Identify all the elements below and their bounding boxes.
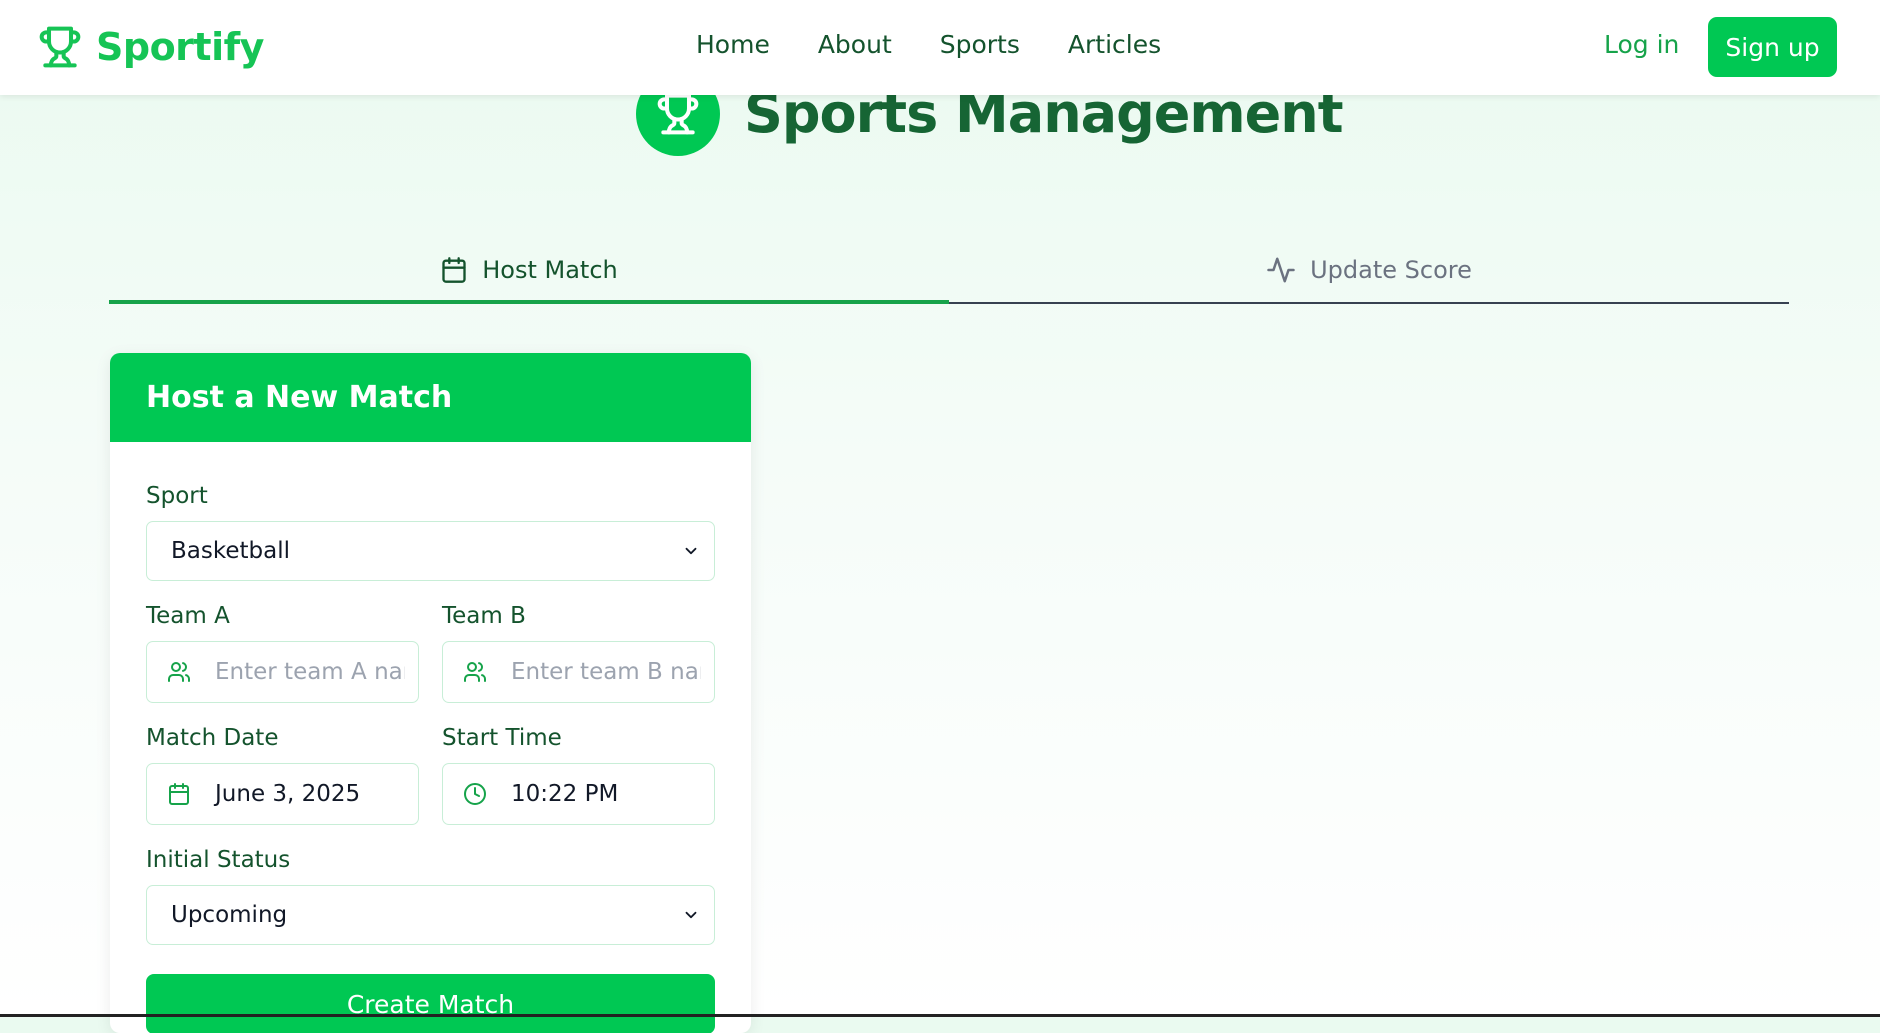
users-icon — [463, 660, 487, 684]
host-match-card: Host a New Match Sport Basketball Team A… — [110, 353, 751, 1033]
team-a-label: Team A — [146, 603, 230, 629]
nav-link-home[interactable]: Home — [696, 30, 770, 59]
tab-bar: Host Match Update Score — [109, 238, 1789, 304]
start-time-label: Start Time — [442, 725, 562, 751]
clock-icon — [463, 782, 487, 806]
brand-name: Sportify — [96, 25, 264, 69]
activity-icon — [1266, 255, 1296, 285]
status-select[interactable]: Upcoming — [146, 885, 715, 945]
team-a-input[interactable] — [215, 659, 405, 685]
card-title: Host a New Match — [146, 380, 453, 415]
team-a-field — [146, 641, 419, 703]
status-select-value: Upcoming — [171, 902, 288, 928]
tab-label: Host Match — [482, 256, 618, 284]
sport-select-value: Basketball — [171, 538, 290, 564]
navbar: Sportify Home About Sports Articles Log … — [0, 0, 1880, 95]
match-date-field[interactable]: June 3, 2025 — [146, 763, 419, 825]
match-date-label: Match Date — [146, 725, 279, 751]
status-label: Initial Status — [146, 847, 291, 873]
chevron-down-icon — [682, 906, 700, 924]
team-b-label: Team B — [442, 603, 526, 629]
sport-select[interactable]: Basketball — [146, 521, 715, 581]
create-match-button[interactable]: Create Match — [146, 974, 715, 1033]
chevron-down-icon — [682, 542, 700, 560]
tab-label: Update Score — [1310, 256, 1472, 284]
trophy-icon — [656, 91, 700, 137]
match-date-value: June 3, 2025 — [215, 781, 361, 807]
card-header: Host a New Match — [110, 353, 751, 442]
calendar-icon — [167, 782, 191, 806]
main-nav: Home About Sports Articles — [696, 30, 1161, 59]
team-b-input[interactable] — [511, 659, 701, 685]
tab-update-score[interactable]: Update Score — [949, 238, 1789, 302]
sport-label: Sport — [146, 483, 208, 509]
signup-button[interactable]: Sign up — [1708, 17, 1837, 77]
trophy-icon — [38, 24, 82, 70]
nav-link-articles[interactable]: Articles — [1068, 30, 1161, 59]
nav-link-about[interactable]: About — [818, 30, 892, 59]
team-b-field — [442, 641, 715, 703]
start-time-field[interactable]: 10:22 PM — [442, 763, 715, 825]
login-link[interactable]: Log in — [1604, 30, 1679, 59]
nav-link-sports[interactable]: Sports — [940, 30, 1020, 59]
start-time-value: 10:22 PM — [511, 781, 619, 807]
tab-host-match[interactable]: Host Match — [109, 238, 949, 304]
brand-logo[interactable]: Sportify — [38, 22, 264, 72]
users-icon — [167, 660, 191, 684]
calendar-icon — [440, 256, 468, 284]
